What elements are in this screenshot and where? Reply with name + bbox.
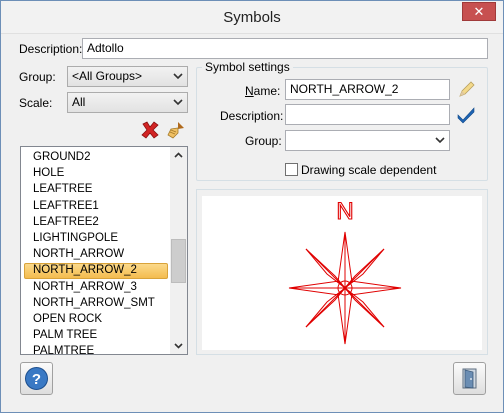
drawing-scale-label: Drawing scale dependent: [301, 163, 437, 177]
list-item[interactable]: NORTH_ARROW_3: [24, 280, 168, 296]
list-item[interactable]: NORTH_ARROW_2: [24, 263, 168, 280]
settings-group-label: Group:: [245, 134, 282, 148]
close-button[interactable]: ✕: [462, 2, 496, 21]
list-item[interactable]: LIGHTINGPOLE: [24, 231, 168, 247]
list-item[interactable]: GROUND2: [24, 150, 168, 166]
exit-button[interactable]: [453, 362, 486, 395]
symbol-preview: N: [196, 189, 488, 355]
settings-group-select[interactable]: [285, 130, 450, 151]
scale-select-value: All: [72, 95, 86, 109]
north-arrow-symbol: N: [288, 197, 402, 345]
list-item[interactable]: NORTH_ARROW: [24, 247, 168, 263]
pencil-icon[interactable]: [455, 79, 477, 101]
red-x-icon[interactable]: [139, 119, 161, 141]
scale-label: Scale:: [19, 96, 53, 110]
title-bar: Symbols ✕: [1, 1, 503, 34]
scale-select[interactable]: All: [67, 92, 188, 113]
list-item[interactable]: OPEN ROCK: [24, 312, 168, 328]
name-label: Name:: [245, 84, 281, 98]
settings-description-input[interactable]: [285, 104, 450, 125]
chevron-down-icon: [435, 137, 445, 144]
window-title: Symbols: [223, 9, 281, 26]
exit-door-icon: [462, 368, 477, 389]
symbol-settings-title: Symbol settings: [202, 60, 293, 74]
list-item[interactable]: PALM TREE: [24, 328, 168, 344]
list-item[interactable]: LEAFTREE: [24, 182, 168, 198]
north-letter: N: [336, 198, 353, 225]
settings-description-label: Description:: [220, 109, 284, 123]
checkmark-icon[interactable]: [455, 104, 477, 126]
help-button[interactable]: ?: [20, 362, 53, 395]
scroll-down-icon[interactable]: [170, 337, 187, 354]
list-scrollbar[interactable]: [170, 147, 187, 354]
broom-icon[interactable]: [165, 119, 187, 141]
list-item[interactable]: PALMTREE: [24, 344, 168, 354]
group-select-value: <All Groups>: [72, 69, 143, 83]
description-label: Description:: [19, 42, 83, 56]
scroll-thumb[interactable]: [171, 239, 186, 283]
description-input[interactable]: Adtollo: [82, 38, 488, 59]
chevron-down-icon: [173, 99, 183, 106]
symbol-list[interactable]: GROUND2 HOLE LEAFTREE LEAFTREE1 LEAFTREE2 LIG…: [20, 146, 188, 355]
list-item[interactable]: LEAFTREE1: [24, 199, 168, 215]
name-input[interactable]: NORTH_ARROW_2: [285, 79, 450, 100]
svg-text:?: ?: [32, 371, 41, 388]
preview-canvas: N: [202, 196, 482, 350]
group-select[interactable]: <All Groups>: [67, 66, 188, 87]
symbols-dialog: Symbols ✕ Description: Adtollo Group: <A…: [0, 0, 504, 413]
list-item[interactable]: LEAFTREE2: [24, 215, 168, 231]
chevron-down-icon: [173, 73, 183, 80]
help-icon: ?: [25, 367, 48, 390]
scroll-up-icon[interactable]: [170, 147, 187, 164]
drawing-scale-checkbox[interactable]: [285, 163, 298, 176]
compass-star-icon: [288, 231, 402, 345]
group-label: Group:: [19, 70, 56, 84]
list-item[interactable]: NORTH_ARROW_SMT: [24, 296, 168, 312]
list-item[interactable]: HOLE: [24, 166, 168, 182]
